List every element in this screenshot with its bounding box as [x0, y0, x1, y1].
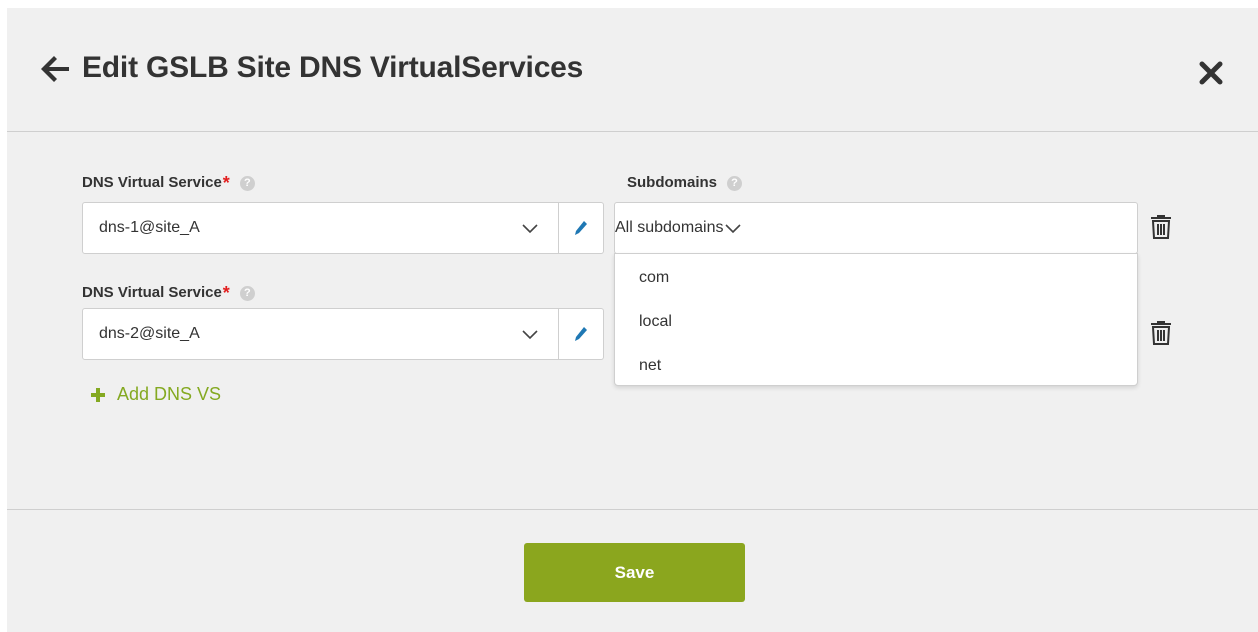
trash-icon[interactable]	[1150, 319, 1172, 345]
arrow-left-icon[interactable]	[38, 52, 72, 86]
dns-vs-select-2[interactable]: dns-2@site_A	[82, 308, 559, 360]
subdomains-select[interactable]: All subdomains	[614, 202, 1138, 254]
footer-divider	[7, 509, 1258, 510]
dialog-title: Edit GSLB Site DNS VirtualServices	[82, 51, 584, 84]
dns-vs-label-text: DNS Virtual Service	[82, 174, 222, 191]
dns-vs-label-text: DNS Virtual Service	[82, 284, 222, 301]
required-mark: *	[222, 283, 230, 303]
edit-gslb-dialog: Edit GSLB Site DNS VirtualServices DNS V…	[7, 8, 1258, 632]
subdomains-dropdown: com local net	[614, 253, 1138, 386]
dns-vs-label-2: DNS Virtual Service * ?	[82, 284, 255, 302]
add-dns-vs-link[interactable]: Add DNS VS	[90, 384, 221, 405]
subdomains-label-text: Subdomains	[627, 174, 718, 191]
plus-icon	[91, 387, 105, 402]
close-icon[interactable]	[1198, 60, 1224, 86]
chevron-down-icon	[724, 224, 741, 234]
required-mark: *	[222, 173, 230, 193]
pencil-icon	[575, 327, 587, 341]
trash-icon[interactable]	[1150, 213, 1172, 239]
add-dns-vs-label: Add DNS VS	[117, 384, 222, 404]
edit-dns-vs-button-1[interactable]	[559, 202, 604, 254]
chevron-down-icon	[522, 224, 538, 234]
dns-vs-label-1: DNS Virtual Service * ?	[82, 174, 255, 192]
dropdown-option-local[interactable]: local	[615, 307, 1137, 351]
edit-dns-vs-button-2[interactable]	[559, 308, 604, 360]
save-button[interactable]: Save	[524, 543, 745, 602]
dropdown-option-com[interactable]: com	[615, 263, 1137, 307]
dns-vs-select-1[interactable]: dns-1@site_A	[82, 202, 559, 254]
pencil-icon	[575, 221, 587, 235]
help-icon[interactable]: ?	[239, 175, 255, 191]
subdomains-placeholder: All subdomains	[615, 219, 724, 236]
subdomains-label: Subdomains ?	[627, 174, 743, 192]
dns-vs-value-2: dns-2@site_A	[99, 325, 200, 342]
dropdown-option-net[interactable]: net	[615, 351, 1137, 395]
help-icon[interactable]: ?	[239, 285, 255, 301]
chevron-down-icon	[522, 330, 538, 340]
dns-vs-value-1: dns-1@site_A	[99, 219, 200, 236]
help-icon[interactable]: ?	[727, 175, 743, 191]
dialog-header: Edit GSLB Site DNS VirtualServices	[7, 8, 1258, 132]
